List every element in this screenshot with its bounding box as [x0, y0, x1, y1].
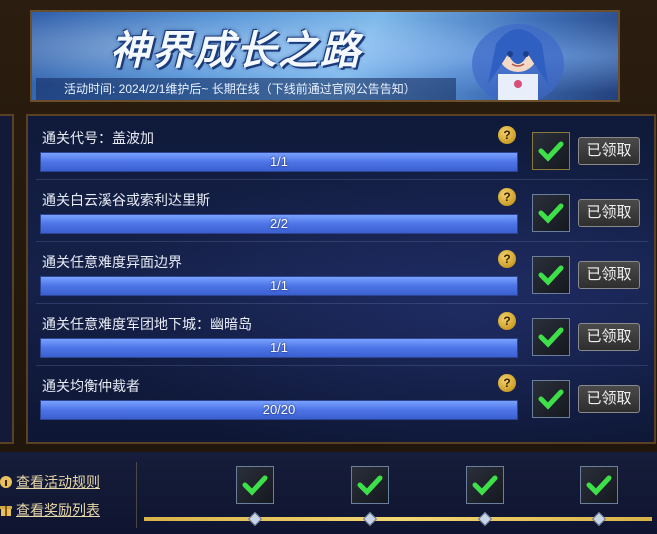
- checkmark-icon: [538, 327, 564, 348]
- reward-item-slot[interactable]: [532, 318, 570, 356]
- checkmark-icon: [586, 475, 612, 496]
- task-label: 通关任意难度军团地下城：幽暗岛: [42, 316, 252, 332]
- milestone-reward-slot[interactable]: [351, 466, 389, 504]
- view-rewards-link[interactable]: 查看奖励列表: [0, 500, 100, 520]
- view-rules-label: 查看活动规则: [16, 474, 100, 490]
- progress-bar: 1/1: [40, 338, 518, 358]
- checkmark-icon: [472, 475, 498, 496]
- milestone-reward-slot[interactable]: [580, 466, 618, 504]
- view-rewards-label: 查看奖励列表: [16, 502, 100, 518]
- checkmark-icon: [538, 389, 564, 410]
- event-banner: 神界成长之路 活动时间: 2024/2/1维护后~ 长期在线（下线前通过官网公告…: [30, 10, 620, 102]
- task-panel: 通关代号：盖波加 ? 1/1 已领取 通关白云溪谷或索利达里斯 ? 2/2 已领…: [26, 114, 656, 444]
- character-illustration: [472, 24, 564, 100]
- reward-item-slot[interactable]: [532, 256, 570, 294]
- claimed-button[interactable]: 已领取: [578, 137, 640, 165]
- checkmark-icon: [538, 265, 564, 286]
- task-row: 通关任意难度异面边界 ? 1/1 已领取: [36, 246, 648, 304]
- task-label: 通关均衡仲裁者: [42, 378, 140, 394]
- claimed-button[interactable]: 已领取: [578, 385, 640, 413]
- progress-text: 1/1: [269, 154, 289, 169]
- task-row: 通关任意难度军团地下城：幽暗岛 ? 1/1 已领取: [36, 308, 648, 366]
- side-tab: [0, 114, 14, 444]
- task-label: 通关任意难度异面边界: [42, 254, 182, 270]
- progress-text: 1/1: [269, 278, 289, 293]
- task-label: 通关白云溪谷或索利达里斯: [42, 192, 210, 208]
- claimed-button[interactable]: 已领取: [578, 261, 640, 289]
- gift-icon: [0, 506, 12, 516]
- milestone-reward-slot[interactable]: [236, 466, 274, 504]
- help-icon[interactable]: ?: [498, 188, 516, 206]
- claimed-button[interactable]: 已领取: [578, 323, 640, 351]
- help-icon[interactable]: ?: [498, 374, 516, 392]
- help-icon[interactable]: ?: [498, 126, 516, 144]
- help-icon[interactable]: ?: [498, 250, 516, 268]
- reward-item-slot[interactable]: [532, 380, 570, 418]
- milestone-progress-track: [144, 517, 652, 521]
- reward-item-slot[interactable]: [532, 194, 570, 232]
- task-row: 通关均衡仲裁者 ? 20/20 已领取: [36, 370, 648, 428]
- progress-bar: 2/2: [40, 214, 518, 234]
- checkmark-icon: [357, 475, 383, 496]
- progress-bar: 1/1: [40, 152, 518, 172]
- divider: [136, 462, 137, 528]
- checkmark-icon: [538, 203, 564, 224]
- task-row: 通关代号：盖波加 ? 1/1 已领取: [36, 122, 648, 180]
- checkmark-icon: [538, 141, 564, 162]
- reward-item-slot[interactable]: [532, 132, 570, 170]
- progress-text: 20/20: [262, 402, 296, 417]
- checkmark-icon: [242, 475, 268, 496]
- milestone-reward-slot[interactable]: [466, 466, 504, 504]
- progress-bar: 1/1: [40, 276, 518, 296]
- view-rules-link[interactable]: 查看活动规则: [0, 472, 100, 492]
- banner-title: 神界成长之路: [110, 27, 362, 74]
- event-period: 活动时间: 2024/2/1维护后~ 长期在线（下线前通过官网公告告知）: [36, 78, 456, 100]
- progress-text: 1/1: [269, 340, 289, 355]
- task-label: 通关代号：盖波加: [42, 130, 154, 146]
- progress-text: 2/2: [269, 216, 289, 231]
- info-icon: [0, 476, 12, 488]
- milestone-area: [0, 452, 657, 534]
- help-icon[interactable]: ?: [498, 312, 516, 330]
- progress-bar: 20/20: [40, 400, 518, 420]
- claimed-button[interactable]: 已领取: [578, 199, 640, 227]
- task-row: 通关白云溪谷或索利达里斯 ? 2/2 已领取: [36, 184, 648, 242]
